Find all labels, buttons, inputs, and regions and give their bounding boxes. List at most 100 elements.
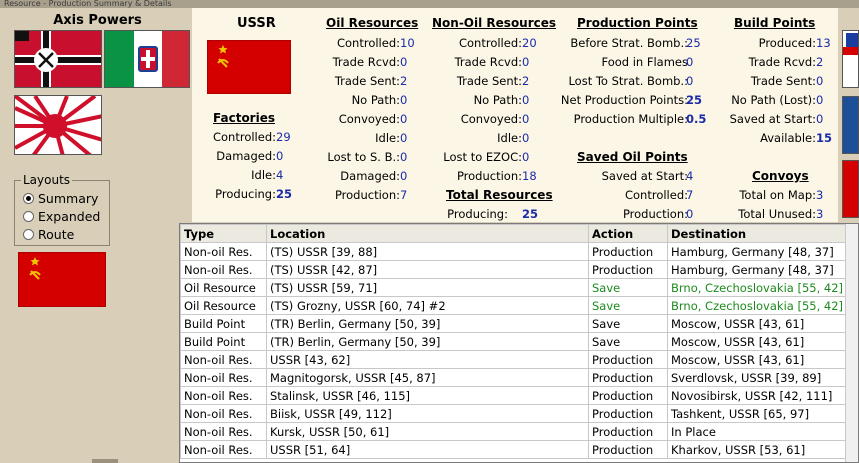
country-name: USSR bbox=[237, 16, 276, 31]
table-row[interactable]: Non-oil Res. Magnitogorsk, USSR [45, 87] P… bbox=[180, 368, 847, 387]
table-cell: Moscow, USSR [43, 61] bbox=[667, 332, 847, 351]
table-cell: Production bbox=[588, 440, 668, 459]
window-title: Resource - Production Summary & Details bbox=[0, 0, 859, 8]
table-cell: Non-oil Res. bbox=[180, 422, 267, 441]
summary-row: Saved at Start: 0 bbox=[712, 112, 834, 131]
vertical-scrollbar[interactable] bbox=[845, 224, 858, 462]
table-row[interactable]: Build Point (TR) Berlin, Germany [50, 39]… bbox=[180, 332, 847, 351]
row-label: Saved at Start: bbox=[729, 112, 816, 126]
table-cell: Non-oil Res. bbox=[180, 242, 267, 261]
ally-flag-button[interactable] bbox=[842, 96, 859, 154]
summary-row: Production: 7 bbox=[292, 188, 418, 207]
row-value: 4 bbox=[686, 169, 694, 183]
row-label: Production: bbox=[456, 169, 522, 183]
details-table-container[interactable]: Type Location Action Destination Non-oil… bbox=[179, 223, 859, 463]
table-row[interactable]: Non-oil Res. (TS) USSR [42, 87] Production… bbox=[180, 260, 847, 279]
summary-row: Controlled: 10 bbox=[292, 36, 418, 55]
summary-row: Trade Rcvd: 2 bbox=[712, 55, 834, 74]
table-cell: Kharkov, USSR [53, 61] bbox=[667, 440, 847, 459]
table-cell: (TS) USSR [59, 71] bbox=[266, 278, 589, 297]
table-cell: Non-oil Res. bbox=[180, 260, 267, 279]
table-cell: Save bbox=[588, 296, 668, 315]
row-label: Food in Flames bbox=[601, 55, 689, 69]
factories-header: Factories bbox=[213, 111, 275, 125]
resize-handle[interactable] bbox=[92, 459, 118, 463]
ussr-flag-small[interactable] bbox=[18, 252, 106, 307]
row-label: No Path (Lost): bbox=[731, 93, 816, 107]
row-value: 2 bbox=[522, 74, 530, 88]
summary-row: No Path: 0 bbox=[406, 93, 540, 112]
table-cell: (TS) USSR [42, 87] bbox=[266, 260, 589, 279]
summary-row: Trade Rcvd: 0 bbox=[292, 55, 418, 74]
italy-flag-icon bbox=[105, 31, 189, 87]
summary-row: Producing: 25 bbox=[192, 187, 294, 206]
row-label: Produced: bbox=[758, 36, 816, 50]
row-value: 2 bbox=[816, 55, 824, 69]
ally-flag-button[interactable] bbox=[842, 160, 859, 218]
summary-row: Idle: 0 bbox=[406, 131, 540, 150]
row-label: Trade Sent: bbox=[334, 74, 400, 88]
japan-flag-button[interactable] bbox=[14, 95, 102, 155]
table-row[interactable]: Oil Resource (TS) Grozny, USSR [60, 74] #… bbox=[180, 296, 847, 315]
summary-row: Lost To Strat. Bomb.: 0 bbox=[532, 74, 706, 93]
panel-title: Axis Powers bbox=[53, 13, 142, 28]
oil-header: Oil Resources bbox=[326, 16, 419, 30]
table-row[interactable]: Oil Resource (TS) USSR [59, 71] Save Brno, … bbox=[180, 278, 847, 297]
table-row[interactable]: Non-oil Res. Stalinsk, USSR [46, 115] Prod… bbox=[180, 386, 847, 405]
row-label: Before Strat. Bomb.: bbox=[570, 36, 688, 50]
table-cell: Build Point bbox=[180, 314, 267, 333]
row-label: Damaged: bbox=[340, 169, 400, 183]
row-value: 0 bbox=[522, 55, 530, 69]
table-cell: Tashkent, USSR [65, 97] bbox=[667, 404, 847, 423]
table-cell: Brno, Czechoslovakia [55, 42] bbox=[667, 296, 847, 315]
table-row[interactable]: Non-oil Res. (TS) USSR [39, 88] Production… bbox=[180, 242, 847, 261]
summary-row: Net Production Points: 25 bbox=[532, 93, 706, 112]
germany-flag-button[interactable] bbox=[14, 30, 102, 88]
row-label: Producing: bbox=[447, 207, 508, 221]
ally-flag-button[interactable] bbox=[842, 30, 859, 88]
summary-row: Convoyed: 0 bbox=[406, 112, 540, 131]
table-cell: Hamburg, Germany [48, 37] bbox=[667, 242, 847, 261]
row-value: 7 bbox=[400, 188, 408, 202]
row-value: 0 bbox=[686, 207, 694, 221]
column-header[interactable]: Location bbox=[266, 224, 589, 243]
layout-expanded-radio[interactable]: Expanded bbox=[23, 207, 100, 225]
table-row[interactable]: Non-oil Res. USSR [51, 64] Production Khark… bbox=[180, 440, 847, 459]
table-row[interactable]: Non-oil Res. Biisk, USSR [49, 112] Product… bbox=[180, 404, 847, 423]
row-value: 0 bbox=[686, 74, 694, 88]
summary-row: Lost to EZOC: 0 bbox=[406, 150, 540, 169]
table-cell: Build Point bbox=[180, 332, 267, 351]
column-header[interactable]: Action bbox=[588, 224, 668, 243]
layout-route-radio[interactable]: Route bbox=[23, 225, 74, 243]
row-label: Trade Rcvd: bbox=[748, 55, 816, 69]
nonoil-header: Non-Oil Resources bbox=[432, 16, 557, 30]
row-label: Total Unused: bbox=[738, 207, 816, 221]
row-label: Idle: bbox=[251, 168, 276, 182]
table-cell: Oil Resource bbox=[180, 296, 267, 315]
table-header-row: Type Location Action Destination bbox=[180, 224, 847, 243]
table-cell: Hamburg, Germany [48, 37] bbox=[667, 260, 847, 279]
table-row[interactable]: Non-oil Res. USSR [43, 62] Production Mosco… bbox=[180, 350, 847, 369]
row-value: 25 bbox=[276, 187, 293, 201]
summary-row: Food in Flames 0 bbox=[532, 55, 706, 74]
row-value: 3 bbox=[816, 207, 824, 221]
table-row[interactable]: Build Point (TR) Berlin, Germany [50, 39]… bbox=[180, 314, 847, 333]
column-header[interactable]: Destination bbox=[667, 224, 847, 243]
row-value: 0 bbox=[522, 131, 530, 145]
summary-row: Trade Rcvd: 0 bbox=[406, 55, 540, 74]
table-cell: Non-oil Res. bbox=[180, 440, 267, 459]
layout-summary-radio[interactable]: Summary bbox=[23, 189, 98, 207]
summary-row: Idle: 4 bbox=[192, 168, 294, 187]
layout-expanded-label: Expanded bbox=[38, 208, 101, 224]
row-label: Convoyed: bbox=[338, 112, 400, 126]
italy-flag-button[interactable] bbox=[104, 30, 190, 88]
summary-row: Controlled: 20 bbox=[406, 36, 540, 55]
row-label: Net Production Points: bbox=[560, 93, 688, 107]
table-row[interactable]: Non-oil Res. Kursk, USSR [50, 61] Producti… bbox=[180, 422, 847, 441]
row-label: Idle: bbox=[497, 131, 522, 145]
row-label: Lost to S. B.: bbox=[327, 150, 400, 164]
row-label: No Path: bbox=[473, 93, 522, 107]
row-label: Production Multiple: bbox=[573, 112, 688, 126]
column-header[interactable]: Type bbox=[180, 224, 267, 243]
production-points-header: Production Points bbox=[577, 16, 698, 30]
